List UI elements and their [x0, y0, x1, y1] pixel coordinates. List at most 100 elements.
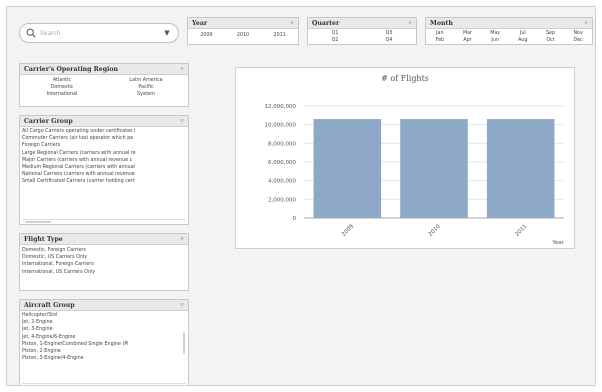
pin-icon[interactable]: ⌕	[409, 19, 412, 27]
y-tick-label: 2,000,000	[268, 197, 296, 203]
bar	[486, 119, 555, 218]
list-item[interactable]: Piston, 1-Engine/Combined Single Engine …	[22, 341, 180, 348]
scrollbar-thumb[interactable]	[25, 221, 51, 223]
list-value[interactable]: 2009	[188, 32, 225, 39]
month-title: Month	[430, 19, 453, 27]
aircraft-group-title: Aircraft Group	[24, 301, 75, 309]
list-value[interactable]: Q3	[362, 30, 416, 37]
list-item[interactable]: International, Foreign Carriers	[22, 261, 186, 268]
list-value[interactable]: Nov	[564, 30, 592, 37]
list-item[interactable]: All Cargo Carriers operating under certi…	[22, 128, 186, 135]
horizontal-scrollbar[interactable]	[22, 219, 186, 223]
list-item[interactable]: Helicopter/Stol	[22, 312, 180, 319]
list-item[interactable]: Jet, 2-Engine	[22, 319, 180, 326]
y-tick-label: 0	[293, 216, 297, 222]
pin-icon[interactable]: ⌕	[181, 117, 184, 125]
flight-type-header: Flight Type ⌕	[20, 234, 188, 245]
search-box[interactable]: Search ▼	[19, 23, 179, 43]
dashboard-window: Search ▼ Year ⌕ 2009 2010 2011 Quarter ⌕…	[6, 6, 596, 386]
scrollbar-thumb[interactable]	[183, 332, 185, 354]
search-icon	[26, 28, 36, 38]
list-value[interactable]: Mar	[454, 30, 482, 37]
bar-chart: 12,000,000 10,000,000 8,000,000 6,000,000 4,…	[265, 104, 565, 246]
pin-icon[interactable]: ⌕	[585, 19, 588, 27]
month-values: Jan Mar May Jul Sep Nov Feb Apr Jun Aug …	[426, 29, 592, 44]
list-item[interactable]: Large Regional Carriers (carriers with a…	[22, 150, 186, 157]
x-tick-label: 2011	[514, 224, 528, 238]
list-item[interactable]: Commuter Carriers (air taxi operator whi…	[22, 135, 186, 142]
region-title: Carrier's Operating Region	[24, 65, 119, 73]
list-value[interactable]: Domestic	[20, 84, 104, 91]
bar	[313, 119, 382, 218]
y-tick-label: 10,000,000	[265, 123, 297, 129]
list-item[interactable]: International, US Carriers Only	[22, 269, 186, 276]
flight-type-listbox: Flight Type ⌕ Domestic, Foreign Carriers…	[19, 233, 189, 291]
carrier-group-listbox: Carrier Group ⌕ All Cargo Carriers opera…	[19, 115, 189, 225]
list-value[interactable]: International	[20, 91, 104, 98]
x-tick-label: 2009	[341, 223, 355, 237]
list-value[interactable]: Atlantic	[20, 77, 104, 84]
list-value[interactable]: System	[104, 91, 188, 98]
chevron-down-icon[interactable]: ▼	[162, 29, 172, 37]
region-listbox: Carrier's Operating Region ⌕ Atlantic La…	[19, 63, 189, 107]
list-value[interactable]: Oct	[537, 37, 565, 44]
y-tick-label: 12,000,000	[265, 104, 297, 110]
aircraft-group-header: Aircraft Group ⌕	[20, 300, 188, 311]
quarter-values: Q1 Q3 Q2 Q4	[308, 29, 416, 44]
list-value[interactable]: Q1	[308, 30, 362, 37]
year-header: Year ⌕	[188, 18, 298, 29]
list-item[interactable]: Domestic, US Carriers Only	[22, 254, 186, 261]
list-item[interactable]: Piston, 2-Engine	[22, 348, 180, 355]
list-value[interactable]: 2011	[261, 32, 298, 39]
month-listbox: Month ⌕ Jan Mar May Jul Sep Nov Feb Apr …	[425, 17, 593, 45]
vertical-scrollbar[interactable]	[182, 314, 186, 384]
year-listbox: Year ⌕ 2009 2010 2011	[187, 17, 299, 45]
quarter-header: Quarter ⌕	[308, 18, 416, 29]
region-header: Carrier's Operating Region ⌕	[20, 64, 188, 75]
list-item[interactable]: Jet, 3-Engine	[22, 326, 180, 333]
horizontal-scrollbar[interactable]	[22, 383, 186, 386]
list-value[interactable]: 2010	[225, 32, 262, 39]
list-item[interactable]: Major Carriers (carriers with annual rev…	[22, 157, 186, 164]
list-item[interactable]: Jet, 4-Engine/6-Engine	[22, 334, 180, 341]
list-value[interactable]: Dec	[564, 37, 592, 44]
list-item[interactable]: Domestic, Foreign Carriers	[22, 247, 186, 254]
list-item[interactable]: Piston, 3-Engine/4-Engine	[22, 355, 180, 362]
list-value[interactable]: Latin America	[104, 77, 188, 84]
quarter-listbox: Quarter ⌕ Q1 Q3 Q2 Q4	[307, 17, 417, 45]
region-values: Atlantic Latin America Domestic Pacific …	[20, 75, 188, 98]
aircraft-group-items: Helicopter/Stol Jet, 2-Engine Jet, 3-Eng…	[20, 311, 188, 363]
list-item[interactable]: National Carriers (carriers with annual …	[22, 171, 186, 178]
pin-icon[interactable]: ⌕	[181, 301, 184, 309]
pin-icon[interactable]: ⌕	[291, 19, 294, 27]
list-value[interactable]: May	[481, 30, 509, 37]
list-value[interactable]: Jul	[509, 30, 537, 37]
pin-icon[interactable]: ⌕	[181, 235, 184, 243]
flights-chart[interactable]: # of Flights 12,000,000 10,000,000 8,000,0…	[235, 67, 575, 249]
aircraft-group-listbox: Aircraft Group ⌕ Helicopter/Stol Jet, 2-…	[19, 299, 189, 386]
carrier-group-items: All Cargo Carriers operating under certi…	[20, 127, 188, 187]
scrollbar-thumb[interactable]	[25, 385, 51, 386]
flight-type-items: Domestic, Foreign Carriers Domestic, US …	[20, 245, 188, 277]
list-value[interactable]: Q2	[308, 37, 362, 44]
x-tick-label: 2010	[428, 223, 442, 237]
list-item[interactable]: Small Certificated Carriers (carrier hol…	[22, 178, 186, 185]
list-item[interactable]: Medium Regional Carriers (carriers with …	[22, 164, 186, 171]
list-value[interactable]: Jan	[426, 30, 454, 37]
list-value[interactable]: Pacific	[104, 84, 188, 91]
search-placeholder: Search	[40, 29, 61, 37]
quarter-title: Quarter	[312, 19, 340, 27]
list-value[interactable]: Feb	[426, 37, 454, 44]
pin-icon[interactable]: ⌕	[181, 65, 184, 73]
list-value[interactable]: Q4	[362, 37, 416, 44]
y-tick-label: 4,000,000	[268, 179, 296, 185]
flight-type-title: Flight Type	[24, 235, 63, 243]
list-value[interactable]: Apr	[454, 37, 482, 44]
list-value[interactable]: Sep	[537, 30, 565, 37]
y-tick-label: 6,000,000	[268, 160, 296, 166]
bar	[400, 119, 468, 218]
year-values: 2009 2010 2011	[188, 29, 298, 39]
list-value[interactable]: Jun	[481, 37, 509, 44]
list-item[interactable]: Foreign Carriers	[22, 142, 186, 149]
list-value[interactable]: Aug	[509, 37, 537, 44]
